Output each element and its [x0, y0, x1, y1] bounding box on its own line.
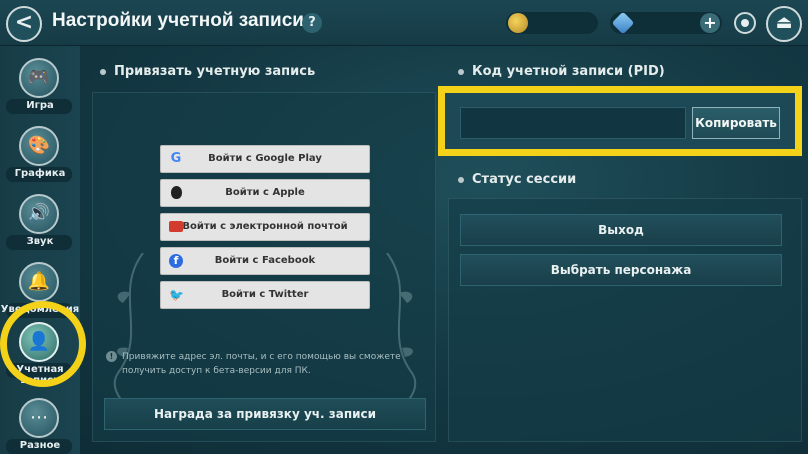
- coin-icon: [508, 13, 528, 33]
- login-button-label: Войти с Facebook: [214, 255, 316, 266]
- link-reward-button[interactable]: Награда за привязку уч. записи: [104, 398, 426, 430]
- bell-icon: 🔔: [19, 262, 59, 302]
- login-facebook-button[interactable]: f Войти с Facebook: [160, 247, 370, 275]
- back-arrow-icon: <: [14, 10, 34, 35]
- page-title: Настройки учетной записи: [52, 10, 304, 31]
- active-item-highlight-ring: [0, 301, 86, 387]
- sidebar-item-label: Графика: [14, 168, 66, 179]
- vine-ornament-right: [386, 253, 417, 413]
- sidebar-item-sound[interactable]: 🔊 Звук: [0, 188, 80, 256]
- choose-character-button[interactable]: Выбрать персонажа: [460, 254, 782, 286]
- login-twitter-button[interactable]: 🐦 Войти с Twitter: [160, 281, 370, 309]
- logout-button[interactable]: Выход: [460, 214, 782, 246]
- login-button-label: Войти с Apple: [225, 187, 305, 198]
- gem-currency-pill: +: [610, 11, 722, 35]
- link-account-title: Привязать учетную запись: [100, 64, 315, 79]
- login-email-button[interactable]: Войти с электронной почтой: [160, 213, 370, 241]
- help-icon[interactable]: ?: [302, 13, 322, 33]
- bullet-icon: [100, 68, 106, 75]
- top-bar: < Настройки учетной записи ? + ⏏: [0, 0, 808, 46]
- exit-button[interactable]: ⏏: [766, 6, 802, 42]
- add-gems-icon[interactable]: +: [700, 13, 720, 33]
- copy-pid-button[interactable]: Копировать: [692, 107, 780, 139]
- bullet-icon: [458, 68, 464, 75]
- info-icon: !: [106, 351, 117, 362]
- pid-title-text: Код учетной записи (PID): [472, 64, 665, 79]
- sidebar-item-graphics[interactable]: 🎨 Графика: [0, 120, 80, 188]
- sidebar-item-label: Разное: [19, 440, 61, 451]
- login-button-label: Войти с Twitter: [221, 289, 309, 300]
- sidebar-item-game[interactable]: 🎮 Игра: [0, 52, 80, 120]
- more-icon: ⋯: [19, 398, 59, 438]
- facebook-icon: f: [169, 254, 183, 268]
- session-status-title: Статус сессии: [458, 172, 576, 187]
- link-account-title-text: Привязать учетную запись: [114, 64, 316, 79]
- palette-icon: 🎨: [19, 126, 59, 166]
- session-status-title-text: Статус сессии: [472, 172, 577, 187]
- target-icon[interactable]: [734, 12, 756, 34]
- gamepad-icon: 🎮: [19, 58, 59, 98]
- exit-icon: ⏏: [775, 12, 793, 33]
- apple-icon: [171, 186, 182, 199]
- login-button-label: Войти с электронной почтой: [182, 221, 348, 232]
- speaker-icon: 🔊: [19, 194, 59, 234]
- mail-icon: [169, 221, 183, 232]
- pid-value-field[interactable]: [460, 107, 686, 139]
- sidebar-item-misc[interactable]: ⋯ Разное: [0, 392, 80, 454]
- back-button[interactable]: <: [6, 6, 42, 42]
- link-account-info-text: Привяжите адрес эл. почты, и с его помощ…: [122, 352, 401, 376]
- sidebar-item-label: Звук: [26, 236, 54, 247]
- bullet-icon: [458, 176, 464, 183]
- google-icon: G: [170, 151, 182, 166]
- twitter-icon: 🐦: [169, 288, 184, 302]
- login-apple-button[interactable]: Войти с Apple: [160, 179, 370, 207]
- login-google-play-button[interactable]: G Войти с Google Play: [160, 145, 370, 173]
- login-button-label: Войти с Google Play: [208, 153, 322, 164]
- pid-title: Код учетной записи (PID): [458, 64, 665, 79]
- gold-currency-pill: [506, 12, 598, 34]
- gem-icon: [611, 11, 635, 35]
- settings-sidebar: 🎮 Игра 🎨 Графика 🔊 Звук 🔔 Уведомления 👤 …: [0, 46, 80, 454]
- sidebar-item-label: Игра: [26, 100, 54, 111]
- vine-ornament-left: [113, 253, 144, 413]
